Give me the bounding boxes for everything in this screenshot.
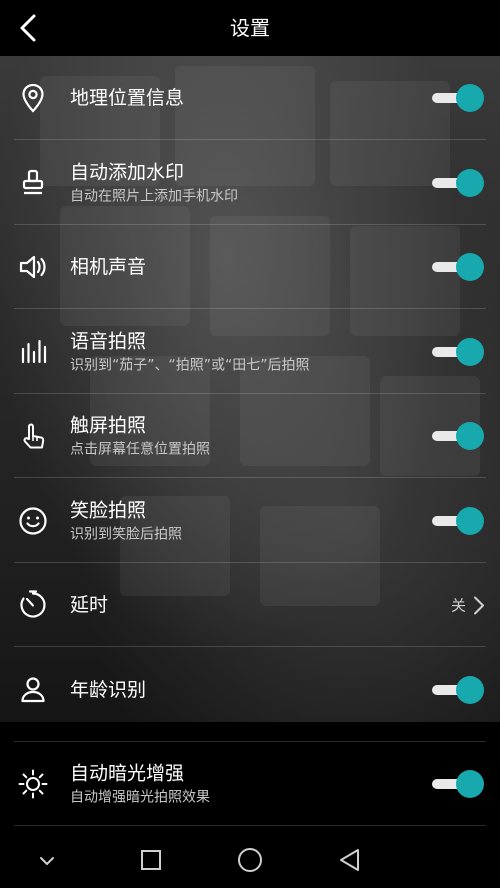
stamp-icon <box>16 166 50 200</box>
low-light-toggle[interactable] <box>432 770 484 798</box>
setting-row-location[interactable]: 地理位置信息 <box>0 56 500 140</box>
home-icon <box>238 848 262 872</box>
nav-recent-button[interactable] <box>137 846 165 874</box>
setting-description: 识别到笑脸后拍照 <box>70 526 182 542</box>
setting-label: 自动添加水印 <box>70 161 185 183</box>
location-pin-icon <box>16 81 50 115</box>
setting-description: 自动增强暗光拍照效果 <box>70 789 210 806</box>
divider <box>14 825 486 826</box>
smile-face-icon <box>16 504 50 538</box>
timer-icon <box>16 588 50 622</box>
setting-row-low-light[interactable]: 自动暗光增强 自动增强暗光拍照效果 <box>0 742 500 826</box>
chevron-down-icon <box>40 857 54 865</box>
setting-row-voice-capture[interactable]: 语音拍照 识别到“茄子”、“拍照”或“田七”后拍照 <box>0 309 500 394</box>
person-icon <box>16 673 50 707</box>
setting-label: 相机声音 <box>70 256 147 278</box>
timer-value[interactable]: 关 <box>451 595 486 616</box>
voice-bars-icon <box>16 335 50 369</box>
nav-back-button[interactable] <box>336 846 364 874</box>
setting-label: 地理位置信息 <box>70 87 185 109</box>
setting-label: 自动暗光增强 <box>70 762 185 785</box>
smile-capture-toggle[interactable] <box>432 506 484 535</box>
setting-row-touch-capture[interactable]: 触屏拍照 点击屏幕任意位置拍照 <box>0 394 500 478</box>
voice-capture-toggle[interactable] <box>432 337 484 366</box>
nav-home-button[interactable] <box>236 846 264 874</box>
setting-label: 延时 <box>70 594 109 616</box>
timer-value-text: 关 <box>450 596 466 615</box>
setting-description: 点击屏幕任意位置拍照 <box>70 441 210 458</box>
settings-list: 地理位置信息 自动添加水印 自动在照片上添加手机水印 相机声音 语音拍照 识别到… <box>0 56 500 826</box>
page-title: 设置 <box>230 16 270 40</box>
watermark-toggle[interactable] <box>432 168 484 197</box>
setting-description: 自动在照片上添加手机水印 <box>70 188 238 204</box>
touch-hand-icon <box>16 419 50 453</box>
setting-description: 识别到“茄子”、“拍照”或“田七”后拍照 <box>70 357 310 373</box>
camera-sound-toggle[interactable] <box>432 253 484 281</box>
nav-collapse-button[interactable] <box>33 846 61 874</box>
back-triangle-icon <box>340 849 359 871</box>
setting-row-timer[interactable]: 延时 关 <box>0 563 500 647</box>
setting-row-watermark[interactable]: 自动添加水印 自动在照片上添加手机水印 <box>0 140 500 225</box>
setting-label: 笑脸拍照 <box>70 499 147 521</box>
setting-label: 触屏拍照 <box>70 414 147 437</box>
chevron-right-icon <box>474 596 484 614</box>
setting-row-camera-sound[interactable]: 相机声音 <box>0 225 500 309</box>
recent-apps-icon <box>141 850 161 870</box>
age-recognition-toggle[interactable] <box>432 675 484 704</box>
setting-label: 年龄识别 <box>70 678 147 701</box>
setting-row-smile-capture[interactable]: 笑脸拍照 识别到笑脸后拍照 <box>0 478 500 563</box>
brightness-icon <box>16 767 50 801</box>
touch-capture-toggle[interactable] <box>432 422 484 450</box>
setting-row-age-recognition[interactable]: 年龄识别 <box>0 647 500 732</box>
speaker-icon <box>16 250 50 284</box>
section-gap <box>0 732 500 742</box>
system-nav-bar <box>0 832 500 888</box>
setting-label: 语音拍照 <box>70 330 147 352</box>
location-toggle[interactable] <box>432 84 484 112</box>
top-bar: 设置 <box>0 0 500 56</box>
